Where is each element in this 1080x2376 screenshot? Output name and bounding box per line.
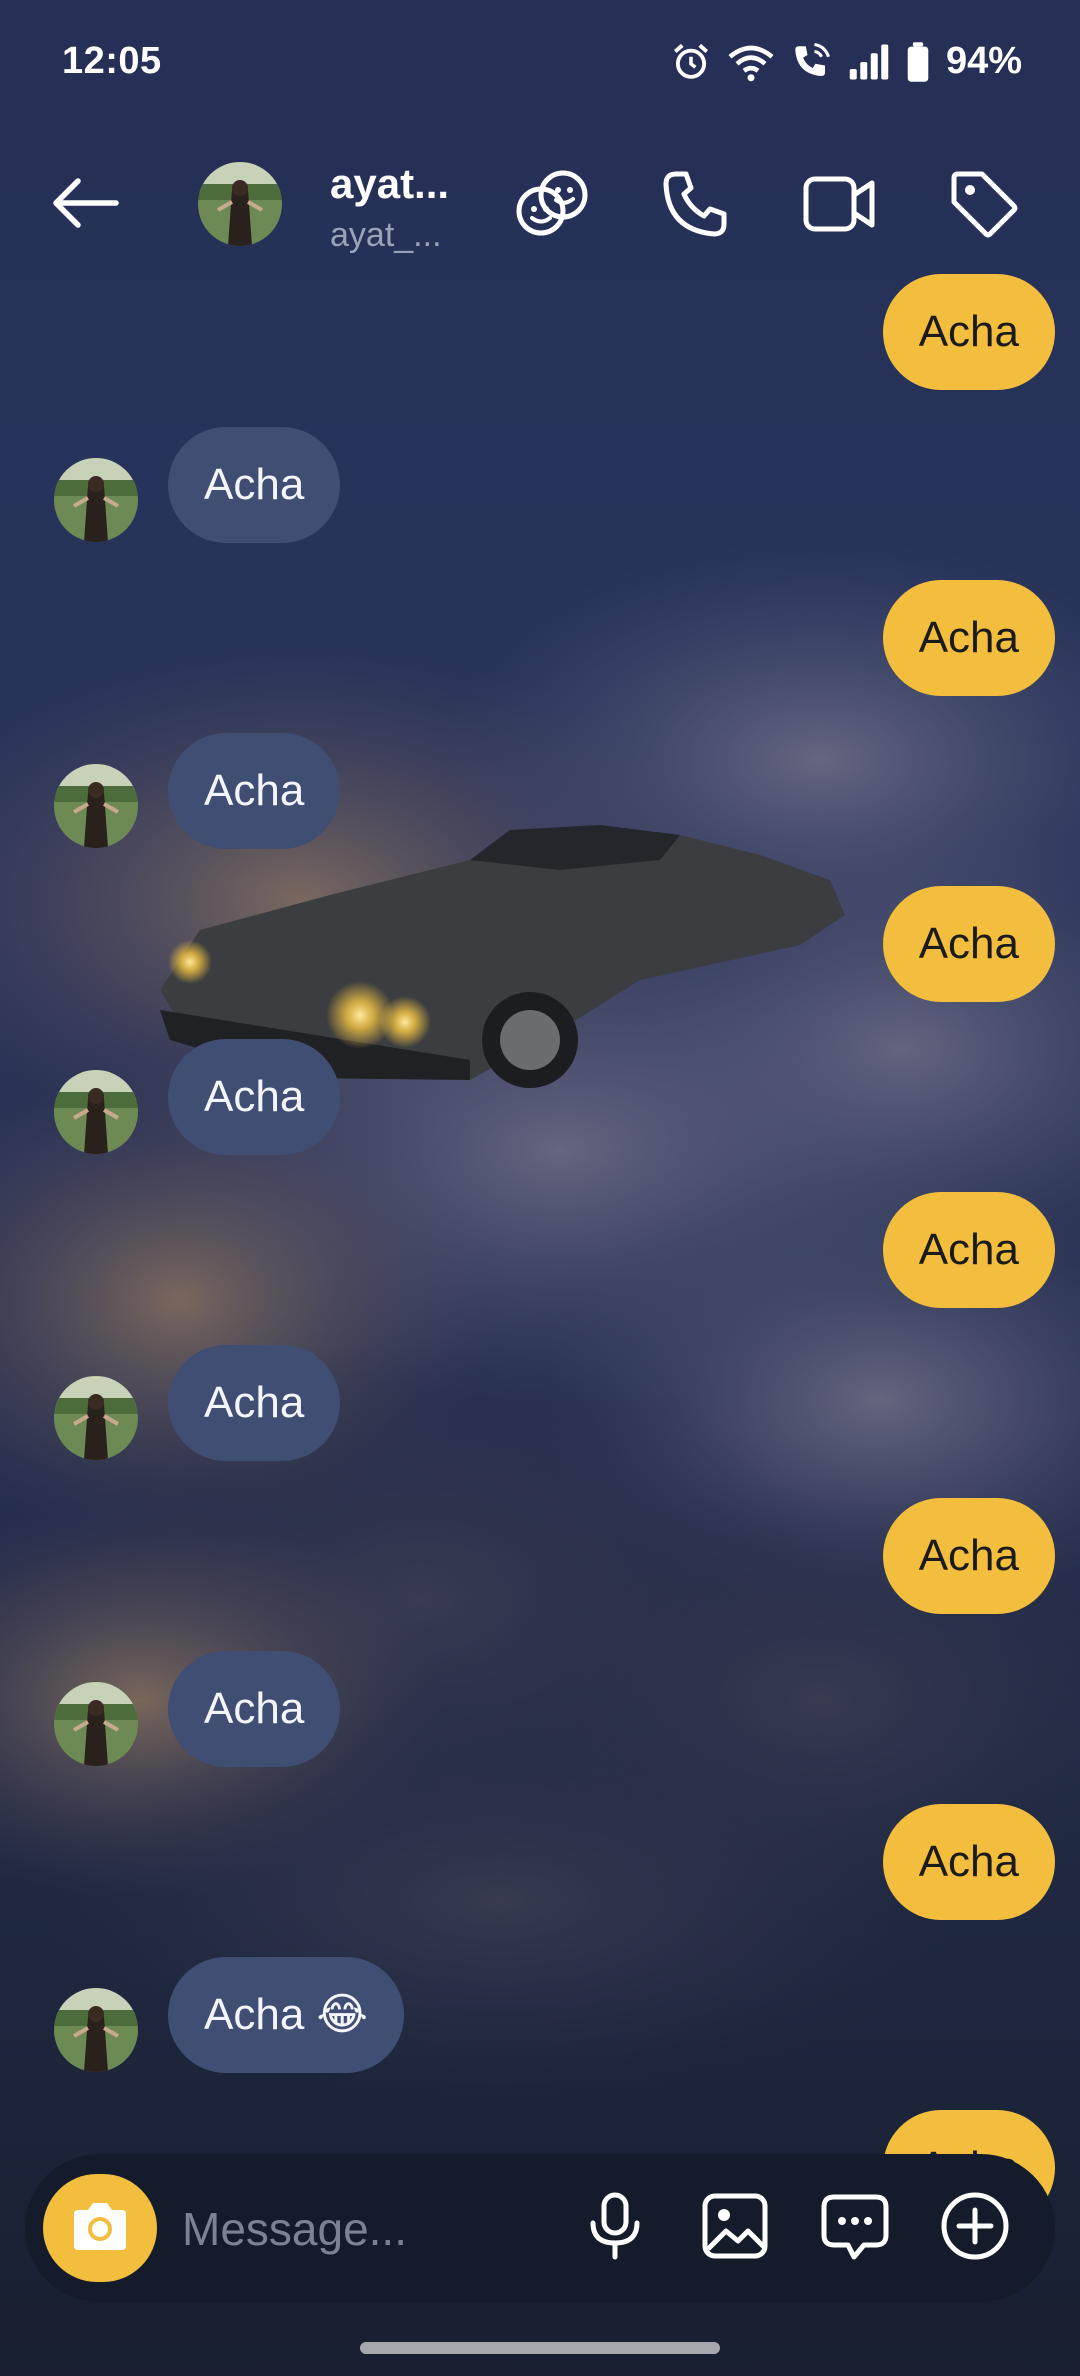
sticker-chat-icon xyxy=(820,2191,890,2266)
sender-avatar[interactable] xyxy=(54,458,138,542)
sender-avatar[interactable] xyxy=(54,1070,138,1154)
sender-avatar[interactable] xyxy=(54,1988,138,2072)
home-indicator[interactable] xyxy=(360,2342,720,2354)
sender-avatar[interactable] xyxy=(54,1376,138,1460)
outgoing-message[interactable]: Acha xyxy=(882,1498,1055,1614)
more-options-button[interactable] xyxy=(939,2192,1011,2264)
message-list[interactable]: Acha Acha Acha Acha Acha Acha Acha Acha … xyxy=(0,0,1080,2376)
microphone-icon xyxy=(585,2191,645,2266)
status-bar: 12:05 94% xyxy=(0,0,1080,128)
chat-header: ayat... ayat_... xyxy=(0,150,1080,260)
plus-circle-icon xyxy=(939,2190,1011,2267)
incoming-message[interactable]: Acha 😂 xyxy=(168,1957,404,2073)
sender-avatar[interactable] xyxy=(54,1682,138,1766)
voice-message-button[interactable] xyxy=(579,2192,651,2264)
tag-icon xyxy=(948,168,1020,245)
gallery-button[interactable] xyxy=(699,2192,771,2264)
video-call-button[interactable] xyxy=(798,164,882,248)
outgoing-message[interactable]: Acha xyxy=(882,274,1055,390)
back-button[interactable] xyxy=(40,168,130,242)
wifi-calling-icon xyxy=(790,41,832,83)
sticker-chat-button[interactable] xyxy=(819,2192,891,2264)
alarm-icon xyxy=(670,41,712,83)
tag-button[interactable] xyxy=(942,164,1026,248)
phone-icon xyxy=(660,168,732,245)
battery-percent: 94% xyxy=(945,40,1022,82)
status-icons: 94% xyxy=(670,40,1022,83)
contact-username[interactable]: ayat_... xyxy=(330,216,450,255)
video-icon xyxy=(802,171,878,242)
outgoing-message[interactable]: Acha xyxy=(882,580,1055,696)
battery-icon xyxy=(906,41,930,83)
sender-avatar[interactable] xyxy=(54,764,138,848)
contact-avatar[interactable] xyxy=(198,162,282,246)
arrow-left-icon xyxy=(48,175,122,236)
outgoing-message[interactable]: Acha xyxy=(882,886,1055,1002)
friendship-button[interactable] xyxy=(510,164,594,248)
outgoing-message[interactable]: Acha xyxy=(882,1192,1055,1308)
camera-button[interactable] xyxy=(43,2174,157,2282)
incoming-message[interactable]: Acha xyxy=(168,733,341,849)
friendship-icon xyxy=(513,165,591,248)
incoming-message[interactable]: Acha xyxy=(168,1651,341,1767)
incoming-message[interactable]: Acha xyxy=(168,427,341,543)
incoming-message[interactable]: Acha xyxy=(168,1039,341,1155)
clock-time: 12:05 xyxy=(62,40,162,82)
outgoing-message[interactable]: Acha xyxy=(882,1804,1055,1920)
wifi-icon xyxy=(726,41,776,83)
message-input[interactable] xyxy=(180,2188,564,2270)
incoming-message[interactable]: Acha xyxy=(168,1345,341,1461)
image-icon xyxy=(700,2191,770,2266)
message-composer xyxy=(25,2154,1055,2302)
camera-icon xyxy=(68,2198,132,2259)
contact-name[interactable]: ayat... xyxy=(330,160,450,208)
signal-icon xyxy=(846,41,892,83)
voice-call-button[interactable] xyxy=(654,164,738,248)
